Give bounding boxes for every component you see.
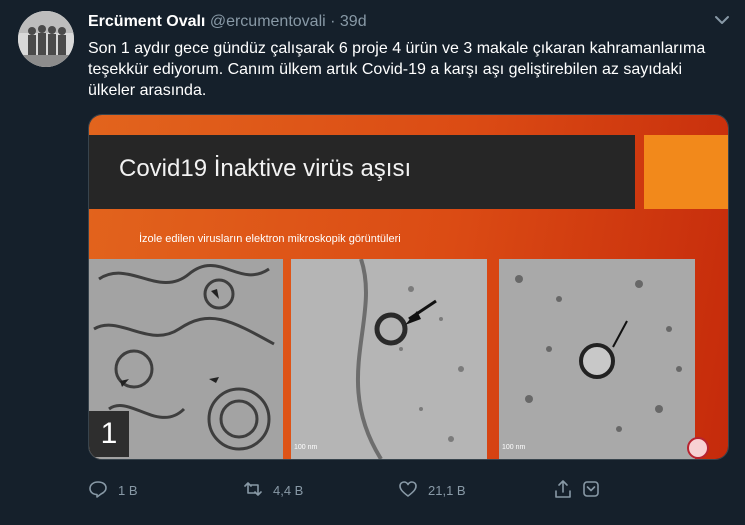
bookmark-button[interactable] <box>581 478 601 502</box>
slide-accent-square <box>644 135 728 209</box>
tweet-timestamp[interactable]: 39d <box>340 13 367 30</box>
micrograph-2: 100 nm <box>291 259 487 459</box>
tweet-actions: 1 B 4,4 B 21,1 B <box>88 478 728 502</box>
reply-button[interactable]: 1 B <box>88 478 138 502</box>
author-handle[interactable]: @ercumentovali <box>210 13 326 30</box>
presentation-slide: Covid19 İnaktive virüs aşısı İzole edile… <box>89 115 728 459</box>
tweet[interactable]: Ercüment Ovalı @ercumentovali · 39d Son … <box>0 0 745 525</box>
share-button[interactable] <box>553 478 573 502</box>
retweet-icon <box>243 479 263 502</box>
slide-number: 1 <box>89 411 129 457</box>
tweet-text: Son 1 aydır gece gündüz çalışarak 6 proj… <box>88 40 706 99</box>
scale-bar-label-2: 100 nm <box>502 444 526 451</box>
institution-logo <box>687 437 709 459</box>
micrograph-3: 100 nm <box>499 259 695 459</box>
scale-bar-label: 100 nm <box>294 444 318 451</box>
bookmark-icon <box>581 479 601 502</box>
like-count: 21,1 B <box>428 482 466 498</box>
retweet-count: 4,4 B <box>273 482 304 498</box>
chevron-down-icon[interactable] <box>712 10 732 30</box>
reply-icon <box>88 479 108 502</box>
retweet-button[interactable]: 4,4 B <box>243 478 303 502</box>
slide-subtitle: İzole edilen virusların elektron mikrosk… <box>139 233 401 245</box>
reply-count: 1 B <box>118 482 138 498</box>
like-button[interactable]: 21,1 B <box>398 478 466 502</box>
separator-dot: · <box>330 13 336 30</box>
tweet-media-image[interactable]: Covid19 İnaktive virüs aşısı İzole edile… <box>88 114 729 460</box>
tweet-header: Ercüment Ovalı @ercumentovali · 39d <box>88 12 367 32</box>
avatar[interactable] <box>18 11 74 67</box>
author-name[interactable]: Ercüment Ovalı <box>88 13 205 30</box>
heart-icon <box>398 479 418 502</box>
slide-title: Covid19 İnaktive virüs aşısı <box>119 155 412 182</box>
share-icon <box>553 479 573 502</box>
